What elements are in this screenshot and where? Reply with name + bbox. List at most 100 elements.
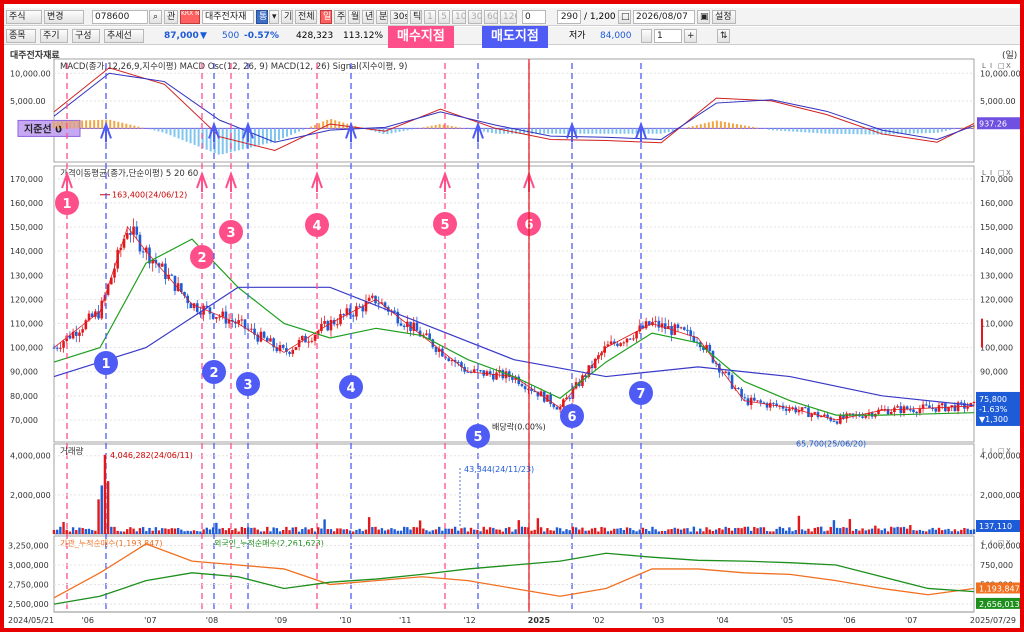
candle-body bbox=[329, 320, 333, 331]
volume-bar bbox=[504, 528, 508, 534]
candle-body bbox=[301, 335, 304, 340]
volume-bar bbox=[485, 529, 489, 534]
volume-bar bbox=[488, 527, 492, 534]
volume-bar bbox=[208, 529, 212, 534]
volume-bar bbox=[616, 528, 619, 534]
candle-body bbox=[125, 232, 129, 239]
volume-bar bbox=[294, 527, 298, 534]
volume-bar bbox=[784, 530, 788, 534]
volume-bar bbox=[552, 530, 555, 534]
volume-bar bbox=[367, 517, 371, 534]
candle-body bbox=[619, 343, 622, 346]
volume-bar bbox=[196, 531, 199, 534]
volume-bar bbox=[689, 531, 692, 534]
volume-bar bbox=[170, 528, 173, 534]
volume-bar bbox=[794, 530, 797, 534]
flow-y-tick: 3,000,000 bbox=[8, 561, 49, 570]
candle-body bbox=[291, 349, 295, 354]
volume-bar bbox=[180, 529, 183, 534]
volume-bar bbox=[431, 530, 435, 534]
volume-bar bbox=[110, 526, 113, 534]
candle-body bbox=[772, 402, 775, 404]
volume-bar bbox=[463, 527, 466, 534]
chart-area[interactable]: L I □ XL I □ XL I □ XL I □ X10,000.00 10,000.005,000.… bbox=[4, 4, 1020, 628]
volume-bar bbox=[234, 528, 237, 534]
volume-bar bbox=[469, 527, 473, 534]
candle-body bbox=[78, 332, 81, 336]
volume-bar bbox=[896, 526, 899, 534]
volume-bar bbox=[864, 530, 867, 534]
volume-bar bbox=[221, 527, 224, 534]
candle-body bbox=[959, 402, 963, 404]
volume-last-value: 137,110 bbox=[979, 522, 1012, 531]
volume-bar bbox=[890, 526, 893, 534]
volume-bar bbox=[600, 527, 603, 534]
volume-bar bbox=[660, 531, 664, 534]
volume-bar bbox=[329, 529, 333, 534]
candle-body bbox=[351, 315, 355, 317]
volume-bar bbox=[358, 528, 361, 534]
price-y-tick: 140,000 bbox=[10, 247, 43, 256]
candle-body bbox=[670, 325, 673, 335]
volume-bar bbox=[253, 527, 256, 534]
candle-body bbox=[62, 341, 65, 348]
volume-bar bbox=[960, 529, 963, 534]
candle-body bbox=[826, 414, 829, 418]
volume-bar bbox=[164, 528, 167, 534]
candle-body bbox=[918, 408, 922, 413]
volume-bar bbox=[62, 521, 65, 534]
volume-bar bbox=[91, 530, 94, 534]
candle-body bbox=[259, 331, 263, 342]
volume-bar bbox=[523, 527, 527, 534]
candle-body bbox=[632, 338, 635, 340]
candle-body bbox=[476, 369, 479, 371]
volume-bar bbox=[724, 526, 727, 534]
volume-bar bbox=[934, 529, 937, 534]
volume-bar bbox=[361, 531, 364, 534]
volume-bar bbox=[622, 530, 626, 534]
price-y-tick: 100,000 bbox=[10, 344, 43, 353]
volume-bar bbox=[460, 528, 463, 534]
candle-body bbox=[737, 387, 740, 389]
candle-body bbox=[208, 307, 212, 314]
candle-body bbox=[307, 341, 310, 343]
candle-body bbox=[367, 297, 371, 302]
volume-bar bbox=[775, 528, 778, 534]
volume-bar bbox=[482, 526, 485, 534]
volume-bar bbox=[937, 527, 941, 534]
volume-y-tick: 2,000,000 bbox=[10, 491, 51, 500]
volume-bar bbox=[613, 528, 616, 534]
volume-bar bbox=[749, 530, 753, 534]
volume-bar bbox=[113, 526, 116, 534]
volume-bar bbox=[740, 528, 743, 534]
volume-bar bbox=[148, 527, 151, 534]
candle-body bbox=[724, 371, 727, 373]
volume-bar bbox=[514, 529, 517, 534]
candle-body bbox=[915, 412, 918, 414]
volume-bar bbox=[931, 527, 934, 534]
volume-bar bbox=[940, 530, 944, 534]
candle-body bbox=[164, 263, 167, 279]
volume-bar bbox=[87, 528, 91, 534]
volume-bar bbox=[320, 528, 323, 534]
volume-bar bbox=[71, 527, 75, 534]
candle-body bbox=[364, 301, 368, 312]
volume-bar bbox=[842, 527, 845, 534]
volume-bar bbox=[151, 530, 154, 534]
price-y-tick-right: 140,000 bbox=[980, 247, 1013, 256]
volume-bar bbox=[119, 531, 123, 534]
flow-y-tick: 3,250,000 bbox=[8, 541, 49, 550]
candle-body bbox=[59, 347, 62, 349]
volume-bar bbox=[434, 529, 438, 534]
macd-title: MACD(종가,12,26,9,지수이평) MACD Osc(12, 26, 9… bbox=[60, 61, 407, 72]
volume-bar bbox=[539, 527, 543, 534]
candle-body bbox=[753, 397, 756, 401]
volume-bar bbox=[699, 528, 702, 534]
x-axis-label: '06 bbox=[843, 616, 855, 625]
volume-bar bbox=[473, 529, 476, 534]
volume-bar bbox=[546, 528, 549, 534]
volume-bar bbox=[161, 528, 164, 534]
flow-y-tick-right: 750,000 bbox=[980, 561, 1013, 570]
volume-bar bbox=[756, 528, 759, 534]
volume-bar bbox=[183, 531, 186, 534]
